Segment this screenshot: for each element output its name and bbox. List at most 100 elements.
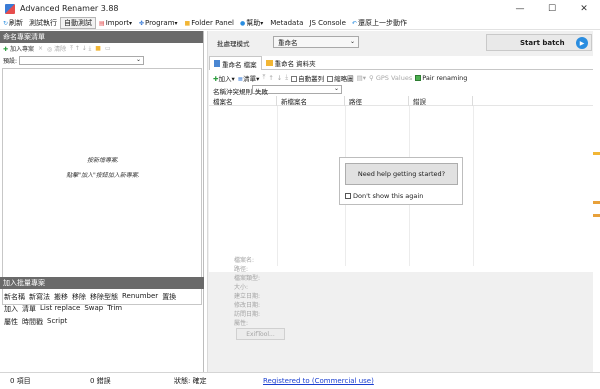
column-path[interactable]: 路徑 (345, 96, 409, 106)
chevron-down-icon: ⌄ (333, 85, 339, 92)
add-icon: ✚ (3, 46, 9, 53)
preset-select[interactable]: ⌄ (19, 55, 145, 65)
list-button[interactable]: ≣清單▾ (238, 73, 260, 83)
method-remove-pattern[interactable]: 移除型態 (90, 292, 118, 302)
status-error-count: 0 錯誤 (90, 377, 111, 385)
method-attributes[interactable]: 屬性 (4, 317, 18, 327)
refresh-icon: ↻ (3, 19, 9, 27)
batch-mode-label: 批處理模式 (217, 40, 250, 48)
method-toolbar: ✚ 加入專案 × ◎ 清除 ⤒ ↑ ↓ ⤓ ■ ▭ (0, 43, 203, 54)
method-swap[interactable]: Swap (84, 304, 103, 314)
chevron-down-icon: ⌄ (349, 38, 355, 45)
menu-bar: ↻ 刷新 測試執行 自動測試 ▤ Import ▾ ✤ Program ▾ ■ Folder… (0, 17, 600, 30)
status-bar: 0 項目 0 錯誤 狀態: 確定 Registered to (Commerci… (0, 372, 600, 389)
exiftool-button[interactable]: ExifTool... (236, 328, 285, 340)
open-folder-icon[interactable]: ■ (95, 45, 101, 52)
window-title: Advanced Renamer 3.88 (20, 4, 119, 13)
prop-size: 大小: (234, 284, 249, 291)
tab-rename-files[interactable]: 重命名 檔案 (209, 56, 262, 70)
registration-link[interactable]: Registered to (Commercial use) (263, 377, 374, 385)
method-list-replace[interactable]: List replace (40, 304, 80, 314)
start-batch-button[interactable]: Start batch ▶ (486, 34, 592, 51)
menu-refresh[interactable]: ↻ 刷新 (0, 17, 26, 29)
help-icon: ● (239, 19, 246, 27)
remove-method-button[interactable]: × (38, 45, 43, 52)
move-up-button[interactable]: ↑ (268, 74, 273, 82)
menu-undo[interactable]: ↶ 還原上一步動作 (349, 17, 410, 29)
file-properties-panel (209, 272, 594, 372)
app-logo-icon (5, 3, 15, 14)
method-timestamp[interactable]: 時間戳 (22, 317, 43, 327)
columns-button[interactable]: ▤▾ (357, 74, 366, 82)
conflict-rule-row: 名稱沖突規則: 失敗 ⌄ (213, 85, 342, 96)
clear-methods-button[interactable]: ◎ 清除 (47, 44, 66, 53)
column-error[interactable]: 錯誤 (409, 96, 473, 106)
method-replace[interactable]: 置換 (162, 292, 176, 302)
menu-test-run[interactable]: 測試執行 (26, 17, 60, 29)
move-top-button[interactable]: ⤒ (262, 73, 265, 82)
thumbnail-icon (327, 75, 334, 82)
column-filename[interactable]: 檔案名 (209, 96, 277, 106)
menu-import[interactable]: ▤ Import ▾ (96, 17, 136, 29)
method-list[interactable]: 清單 (22, 304, 36, 314)
background-mark (593, 214, 600, 217)
menu-metadata[interactable]: Metadata (267, 17, 306, 29)
batch-mode-bar: 批處理模式 重命名 ⌄ Start batch ▶ (208, 31, 594, 54)
chevron-down-icon: ▾ (256, 74, 260, 83)
add-method-button[interactable]: ✚ 加入專案 (3, 44, 34, 53)
file-list-area: 重命名 檔案 重命名 資料夾 ✚加入▾ ≣清單▾ ⤒ ↑ ↓ ⤓ 自動叢列 縮略… (209, 56, 594, 372)
method-list[interactable]: 按新增專案. 點擊"加入"按鈕加入新專案. (2, 68, 202, 305)
method-trim[interactable]: Trim (107, 304, 122, 314)
method-renumber[interactable]: Renumber (122, 292, 158, 302)
map-pin-icon: ⚲ (369, 73, 374, 82)
prop-attributes: 屬性: (234, 320, 249, 327)
method-move[interactable]: 搬移 (54, 292, 68, 302)
undo-icon: ↶ (351, 19, 357, 27)
minimize-button[interactable]: — (504, 0, 536, 17)
method-remove[interactable]: 移除 (72, 292, 86, 302)
move-bottom-button[interactable]: ⤓ (285, 73, 288, 82)
menu-program[interactable]: ✤ Program ▾ (136, 17, 182, 29)
menu-js-console[interactable]: JS Console (306, 17, 349, 29)
conflict-rule-label: 名稱沖突規則: (213, 88, 255, 96)
method-new-case[interactable]: 新寫法 (29, 292, 50, 302)
help-popup: Need help getting started? Don't show th… (339, 157, 463, 205)
thumbnail-button[interactable]: 縮略圖 (327, 73, 354, 83)
add-files-button[interactable]: ✚加入▾ (213, 73, 235, 83)
method-new-name[interactable]: 新名稱 (4, 292, 25, 302)
conflict-rule-select[interactable]: 失敗 ⌄ (252, 85, 342, 96)
batch-methods-header: 加入批量專案 (0, 277, 204, 289)
dont-show-again-checkbox[interactable]: Don't show this again (345, 192, 423, 200)
menu-folder-panel[interactable]: ■ Folder Panel (182, 17, 237, 29)
menu-auto-test[interactable]: 自動測試 (60, 17, 97, 29)
folder-icon (265, 60, 273, 66)
method-script[interactable]: Script (47, 317, 67, 327)
menu-help[interactable]: ● 幫助 ▾ (237, 17, 267, 29)
move-down-button[interactable]: ↓ (277, 74, 282, 82)
help-getting-started-button[interactable]: Need help getting started? (345, 163, 458, 185)
checkbox-box (345, 193, 351, 199)
auto-size-icon (291, 75, 298, 82)
gps-values-button[interactable]: ⚲ GPS Values (369, 74, 412, 82)
move-arrows[interactable]: ⤒ ↑ ↓ ⤓ (70, 45, 91, 53)
batch-mode-select[interactable]: 重命名 ⌄ (273, 36, 359, 48)
status-state: 狀態: 確定 (174, 377, 207, 385)
rename-tabs: 重命名 檔案 重命名 資料夾 (209, 56, 594, 70)
auto-size-columns-button[interactable]: 自動叢列 (291, 73, 324, 83)
empty-hint-line-2: 點擊"加入"按鈕加入新專案. (66, 172, 140, 179)
method-list-header: 命名專案清單 (0, 31, 203, 43)
pair-renaming-toggle[interactable]: Pair renaming (415, 74, 467, 82)
method-add[interactable]: 加入 (4, 304, 18, 314)
column-new-filename[interactable]: 新檔案名 (277, 96, 345, 106)
background-mark (593, 152, 600, 155)
maximize-button[interactable]: ☐ (536, 0, 568, 17)
chevron-down-icon: ⌄ (136, 55, 142, 63)
prop-path: 路徑: (234, 266, 249, 273)
close-button[interactable]: ✕ (568, 0, 600, 17)
background-mark (593, 201, 600, 204)
column-divider (277, 106, 278, 266)
eye-icon: ◎ (47, 46, 53, 53)
tab-rename-folders[interactable]: 重命名 資料夾 (262, 56, 320, 70)
save-icon[interactable]: ▭ (105, 45, 111, 52)
chevron-down-icon: ▾ (231, 74, 235, 83)
